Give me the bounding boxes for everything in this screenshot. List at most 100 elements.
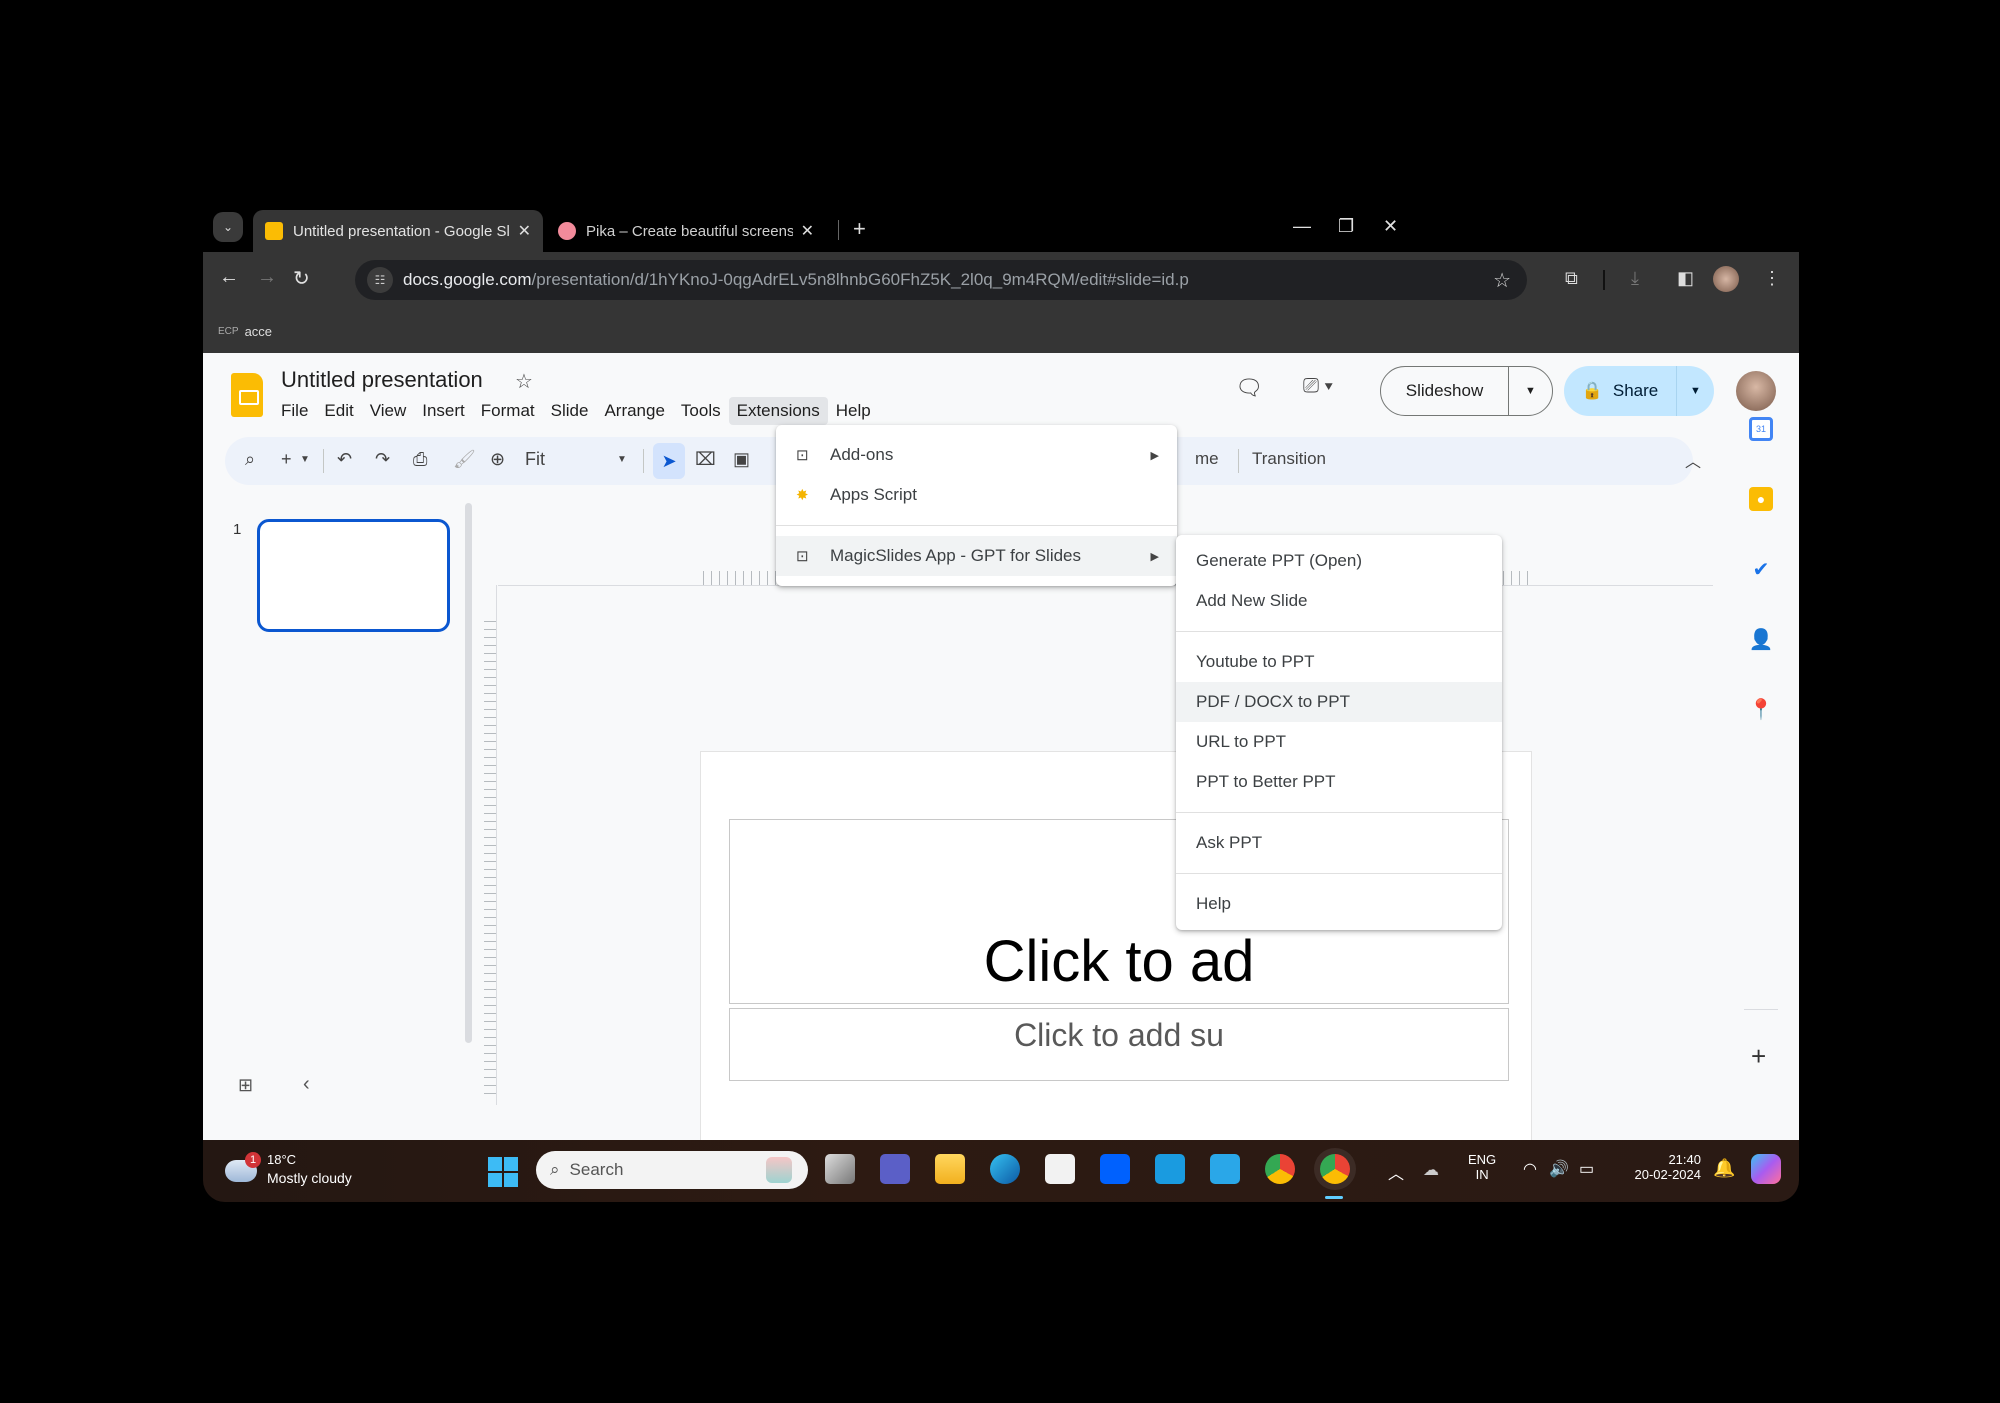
contacts-icon[interactable]: 👤 — [1749, 627, 1774, 651]
restore-icon[interactable]: ❐ — [1338, 216, 1354, 237]
notifications-bell-icon[interactable]: 🔔 — [1713, 1158, 1735, 1179]
menu-format[interactable]: Format — [473, 397, 543, 425]
share-dropdown[interactable]: ▼ — [1676, 366, 1714, 416]
language-indicator[interactable]: ENG IN — [1468, 1152, 1496, 1182]
star-icon[interactable]: ☆ — [515, 369, 533, 394]
reload-icon[interactable]: ↻ — [293, 266, 310, 291]
keep-icon[interactable]: ● — [1749, 487, 1773, 511]
back-icon[interactable]: ← — [219, 266, 239, 289]
menu-tools[interactable]: Tools — [673, 397, 729, 425]
submenu-item-ask-ppt[interactable]: Ask PPT — [1176, 823, 1502, 863]
volume-icon[interactable]: 🔊 — [1549, 1159, 1569, 1179]
submenu-item-ppt-to-better-ppt[interactable]: PPT to Better PPT — [1176, 762, 1502, 802]
submenu-item-url-to-ppt[interactable]: URL to PPT — [1176, 722, 1502, 762]
tasks-icon[interactable]: ✔ — [1749, 557, 1773, 581]
collapse-toolbar-icon[interactable]: ︿ — [1685, 448, 1701, 472]
microsoft-store-icon[interactable] — [1045, 1154, 1075, 1184]
comments-icon[interactable]: 🗨 — [1235, 375, 1263, 401]
clock[interactable]: 21:40 20-02-2024 — [1621, 1152, 1702, 1182]
close-tab-icon[interactable]: ✕ — [518, 221, 531, 241]
get-addons-icon[interactable]: + — [1751, 1041, 1766, 1072]
minimize-icon[interactable]: — — [1293, 216, 1311, 237]
bookmark-star-icon[interactable]: ☆ — [1493, 268, 1511, 293]
slides-logo[interactable] — [231, 373, 263, 417]
tab-search-button[interactable]: ⌄ — [213, 212, 243, 242]
mdp-app-icon[interactable] — [1155, 1154, 1185, 1184]
meet-icon[interactable]: ⎚ ▾ — [1303, 375, 1333, 398]
undo-icon[interactable]: ↶ — [337, 449, 352, 470]
file-explorer-icon[interactable] — [935, 1154, 965, 1184]
submenu-item-pdf-docx-to-ppt[interactable]: PDF / DOCX to PPT — [1176, 682, 1502, 722]
new-tab-button[interactable]: + — [853, 216, 866, 242]
text-box-icon[interactable]: ⌧ — [695, 449, 716, 470]
zoom-dropdown-icon[interactable]: ▼ — [617, 454, 627, 465]
windows-start-icon[interactable] — [488, 1157, 518, 1187]
calendar-icon[interactable]: 31 — [1749, 417, 1773, 441]
document-title[interactable]: Untitled presentation — [281, 367, 483, 393]
menu-arrange[interactable]: Arrange — [596, 397, 672, 425]
image-icon[interactable]: ▣ — [733, 449, 750, 470]
taskbar-search[interactable]: ⌕ Search — [536, 1151, 808, 1189]
new-slide-dropdown-icon[interactable]: ▼ — [300, 454, 310, 465]
menu-slide[interactable]: Slide — [543, 397, 597, 425]
close-window-icon[interactable]: ✕ — [1383, 216, 1398, 237]
dropbox-icon[interactable] — [1100, 1154, 1130, 1184]
submenu-item-add-new-slide[interactable]: Add New Slide — [1176, 581, 1502, 621]
subtitle-placeholder[interactable]: Click to add su — [729, 1008, 1509, 1081]
share-button[interactable]: 🔒 Share ▼ — [1564, 366, 1714, 416]
close-tab-icon[interactable]: ✕ — [801, 221, 814, 241]
menu-item-magicslides[interactable]: ⊡ MagicSlides App - GPT for Slides ▶ — [776, 536, 1177, 576]
slideshow-dropdown[interactable]: ▼ — [1508, 367, 1552, 415]
zoom-select[interactable]: Fit — [525, 449, 545, 470]
search-menus-icon[interactable]: ⌕ — [245, 449, 255, 470]
menu-item-apps-script[interactable]: ✸ Apps Script — [776, 475, 1177, 515]
menu-item-addons[interactable]: ⊡ Add-ons ▶ — [776, 435, 1177, 475]
forward-icon[interactable]: → — [257, 266, 277, 289]
slideshow-button[interactable]: Slideshow ▼ — [1380, 366, 1553, 416]
submenu-item-help[interactable]: Help — [1176, 884, 1502, 924]
select-tool-icon[interactable]: ➤ — [653, 443, 685, 479]
more-menu-icon[interactable]: ⋮ — [1763, 268, 1781, 289]
redo-icon[interactable]: ↷ — [375, 449, 390, 470]
extensions-icon[interactable]: ⧉ — [1565, 268, 1578, 289]
slide-thumbnail[interactable] — [257, 519, 450, 632]
battery-icon[interactable]: ▭ — [1579, 1159, 1594, 1179]
tab-pika[interactable]: Pika – Create beautiful screenshots ✕ — [546, 210, 826, 252]
transition-button[interactable]: Transition — [1252, 449, 1326, 469]
submenu-item-youtube-to-ppt[interactable]: Youtube to PPT — [1176, 642, 1502, 682]
copilot-icon[interactable] — [1751, 1154, 1781, 1184]
chrome-profile-icon[interactable] — [1320, 1154, 1350, 1184]
bookmark-item[interactable]: ECP acce — [218, 324, 272, 339]
show-hidden-icons[interactable]: ︿ — [1388, 1160, 1404, 1184]
new-slide-icon[interactable]: + — [281, 449, 292, 470]
onedrive-icon[interactable]: ☁ — [1423, 1160, 1439, 1180]
teams-icon[interactable] — [880, 1154, 910, 1184]
maps-icon[interactable]: 📍 — [1749, 697, 1774, 721]
collapse-filmstrip-icon[interactable]: ‹ — [303, 1073, 310, 1096]
site-info-icon[interactable]: ☷ — [367, 267, 393, 293]
wifi-icon[interactable]: ◠ — [1523, 1159, 1537, 1179]
menu-file[interactable]: File — [273, 397, 316, 425]
download-icon[interactable]: ⤓ — [1631, 268, 1639, 289]
profile-avatar[interactable] — [1713, 266, 1739, 292]
filmstrip-scrollbar[interactable] — [465, 503, 472, 1043]
address-bar[interactable]: ☷ docs.google.com /presentation/d/1hYKno… — [355, 260, 1527, 300]
chrome-icon[interactable] — [1265, 1154, 1295, 1184]
edge-icon[interactable] — [990, 1154, 1020, 1184]
menu-help[interactable]: Help — [828, 397, 879, 425]
paint-format-icon[interactable]: 🖌 — [453, 449, 476, 470]
menu-insert[interactable]: Insert — [414, 397, 473, 425]
menu-view[interactable]: View — [362, 397, 415, 425]
zoom-icon[interactable]: ⊕ — [490, 449, 505, 470]
mail-icon[interactable] — [1210, 1154, 1240, 1184]
menu-edit[interactable]: Edit — [316, 397, 361, 425]
menu-extensions[interactable]: Extensions — [728, 397, 828, 425]
tab-slides[interactable]: Untitled presentation - Google Slides ✕ — [253, 210, 543, 252]
print-icon[interactable]: ⎙ — [413, 449, 427, 470]
task-view-icon[interactable] — [825, 1154, 855, 1184]
theme-button[interactable]: me — [1195, 449, 1219, 469]
side-panel-icon[interactable]: ◧ — [1677, 268, 1694, 289]
account-avatar[interactable] — [1736, 371, 1776, 411]
grid-view-icon[interactable]: ⊞ — [238, 1075, 253, 1096]
submenu-item-generate-ppt[interactable]: Generate PPT (Open) — [1176, 541, 1502, 581]
